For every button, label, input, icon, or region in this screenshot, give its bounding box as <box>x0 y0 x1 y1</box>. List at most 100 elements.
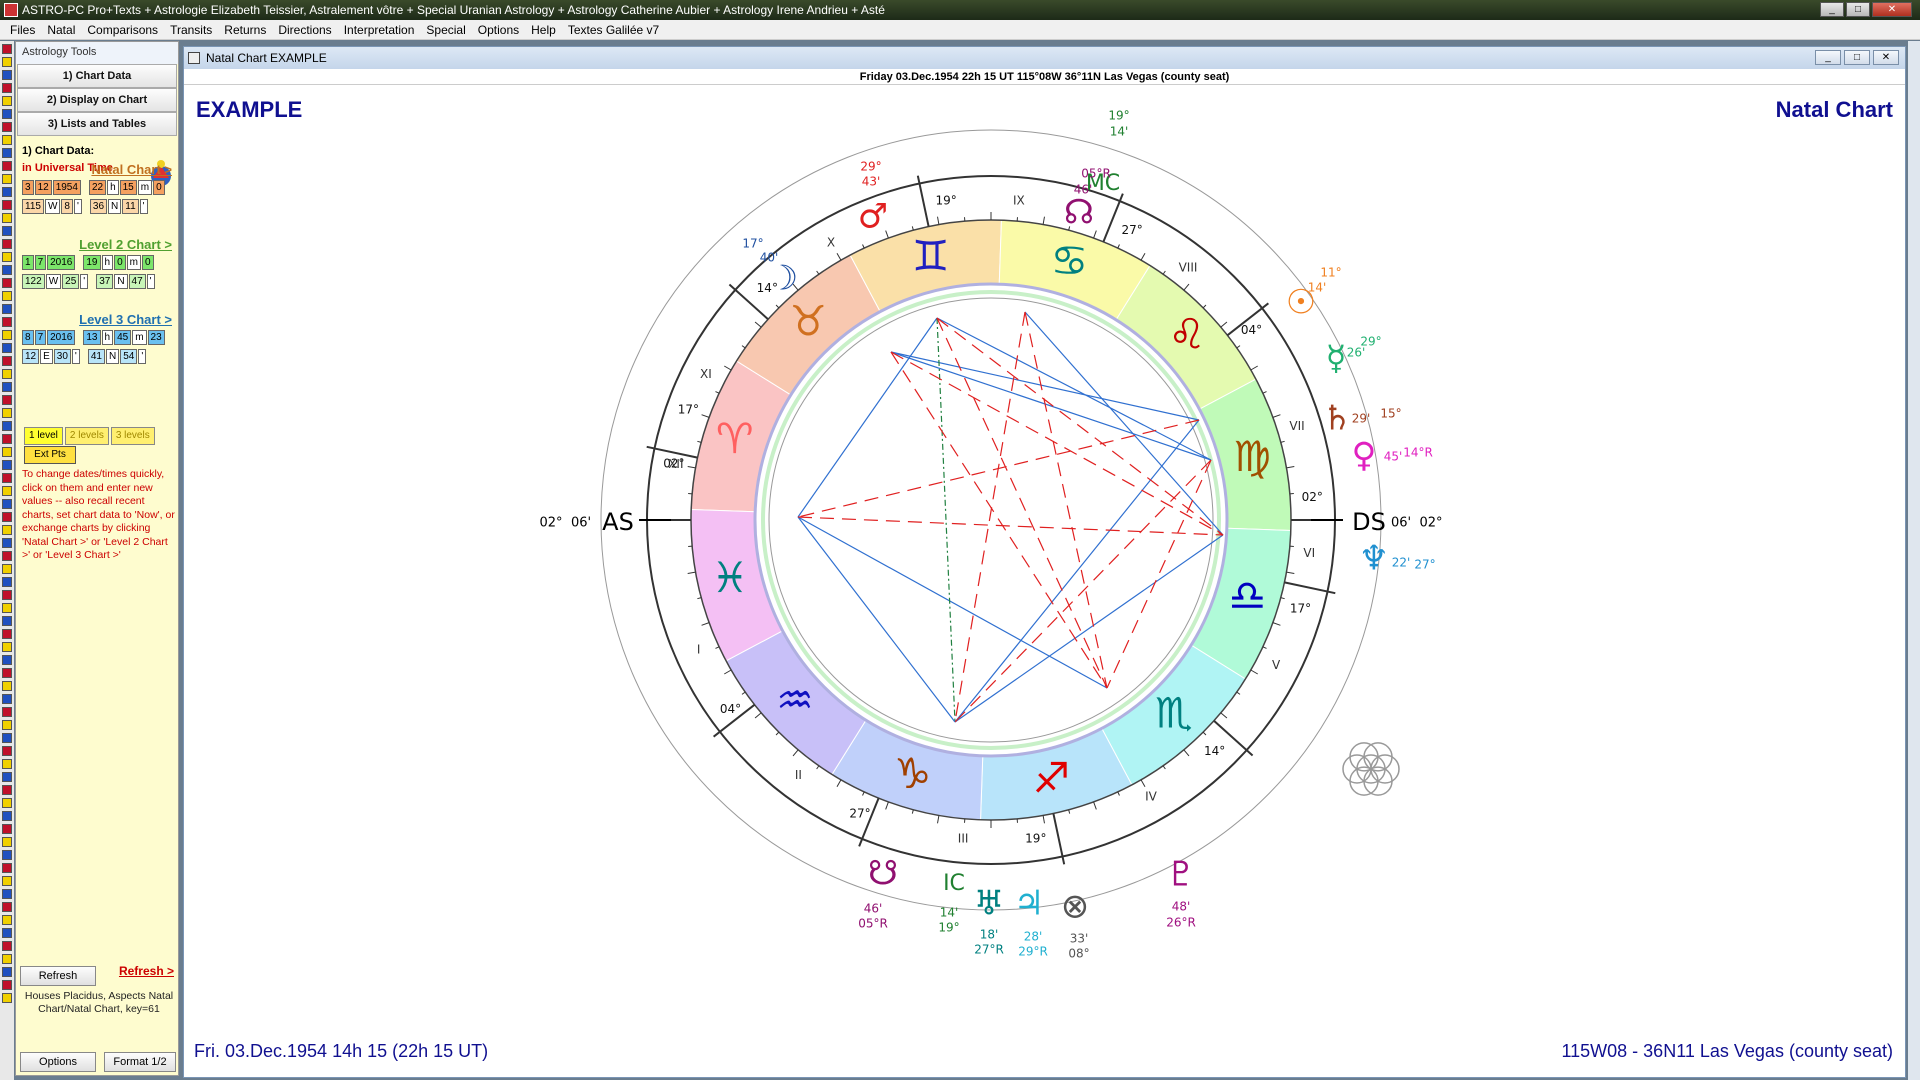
close-button[interactable]: ✕ <box>1872 2 1912 17</box>
level3-second[interactable]: 23 <box>147 330 165 345</box>
level3-lat-min[interactable]: 54 <box>120 349 138 364</box>
level2-lat-min[interactable]: 47 <box>128 274 146 289</box>
level2-lat-dir[interactable]: N <box>114 274 128 289</box>
degree-tick <box>687 571 696 574</box>
chart-window-title: Natal Chart EXAMPLE <box>206 51 327 65</box>
level2-year[interactable]: 2016 <box>47 255 76 270</box>
level2-lon-deg[interactable]: 122 <box>22 274 45 289</box>
natal-lat-deg[interactable]: 36 <box>89 199 108 214</box>
level2-hour[interactable]: 19 <box>83 255 101 270</box>
level3-lon-deg[interactable]: 12 <box>22 349 40 364</box>
degree-tick <box>741 345 746 349</box>
natal-chart-link[interactable]: Natal Chart > <box>91 162 172 177</box>
level2-h-label: h <box>101 255 114 270</box>
chart-minimize-button[interactable]: _ <box>1815 50 1841 65</box>
degree-tick <box>1286 571 1295 574</box>
level2-lat-deg[interactable]: 37 <box>96 274 114 289</box>
natal-lon-dir[interactable]: W <box>44 199 61 214</box>
natal-month[interactable]: 12 <box>34 180 52 195</box>
ext-pts-button[interactable]: Ext Pts <box>24 446 76 464</box>
natal-day[interactable]: 3 <box>22 180 34 195</box>
planet-south-node-icon: ☋ <box>868 854 898 894</box>
level2-month[interactable]: 7 <box>34 255 47 270</box>
natal-lat-dir[interactable]: N <box>108 199 122 214</box>
two-levels-button[interactable]: 2 levels <box>64 427 109 445</box>
degree-tick <box>1250 669 1258 675</box>
level3-lat-deg[interactable]: 41 <box>87 349 105 364</box>
color-swatch <box>2 863 12 873</box>
three-levels-button[interactable]: 3 levels <box>110 427 155 445</box>
degree-tick <box>697 597 702 600</box>
menu-natal[interactable]: Natal <box>41 20 81 39</box>
level3-hour[interactable]: 13 <box>83 330 101 345</box>
level2-day[interactable]: 1 <box>22 255 34 270</box>
level3-m-label: m <box>132 330 147 345</box>
level3-day[interactable]: 8 <box>22 330 34 345</box>
level3-lon-min[interactable]: 30 <box>53 349 71 364</box>
level3-year[interactable]: 2016 <box>47 330 76 345</box>
midheaven-degree: 19° <box>1108 109 1129 123</box>
right-scroll-strip[interactable] <box>1908 41 1920 1080</box>
menu-special[interactable]: Special <box>420 20 471 39</box>
natal-lat-min[interactable]: 11 <box>122 199 139 214</box>
level3-h-label: h <box>101 330 114 345</box>
natal-minute[interactable]: 15 <box>119 180 137 195</box>
level3-minute[interactable]: 45 <box>114 330 132 345</box>
level2-minute[interactable]: 0 <box>114 255 126 270</box>
planet-mars-minute: 43' <box>862 175 881 189</box>
minimize-button[interactable]: _ <box>1820 2 1844 17</box>
menu-interpretation[interactable]: Interpretation <box>338 20 421 39</box>
tab-lists-and-tables[interactable]: 3) Lists and Tables <box>17 112 177 136</box>
level2-lon-dir[interactable]: W <box>45 274 62 289</box>
chart-close-button[interactable]: ✕ <box>1873 50 1899 65</box>
level3-month[interactable]: 7 <box>34 330 47 345</box>
planet-jupiter-degree: 29°R <box>1018 945 1048 959</box>
degree-tick <box>1202 731 1207 736</box>
level2-lon-min[interactable]: 25 <box>62 274 80 289</box>
refresh-link[interactable]: Refresh > <box>119 964 174 978</box>
natal-lon-min[interactable]: 8 <box>61 199 73 214</box>
level3-lat-dir[interactable]: N <box>105 349 120 364</box>
menu-textes-galilee[interactable]: Textes Galilée v7 <box>562 20 665 39</box>
degree-tick <box>836 779 842 787</box>
house-number: VII <box>1289 419 1304 433</box>
color-swatch <box>2 109 12 119</box>
menu-comparisons[interactable]: Comparisons <box>81 20 164 39</box>
tab-display-on-chart[interactable]: 2) Display on Chart <box>17 88 177 112</box>
menu-transits[interactable]: Transits <box>164 20 218 39</box>
color-swatch <box>2 759 12 769</box>
format-button[interactable]: Format 1/2 <box>104 1052 176 1072</box>
natal-chart-wheel[interactable]: ♈ ♉ ♊ ♋ ♌ ♍ ♎ ♏ ♐ ♑ ♒ ♓ I 02° II 04° III 27° IV 19° V 14° VI 17… <box>184 87 1905 1077</box>
degree-tick <box>1250 365 1258 371</box>
options-button[interactable]: Options <box>20 1052 96 1072</box>
level2-lon-unit: ' <box>80 274 89 289</box>
natal-year[interactable]: 1954 <box>52 180 81 195</box>
menu-returns[interactable]: Returns <box>218 20 272 39</box>
menu-files[interactable]: Files <box>4 20 41 39</box>
degree-tick <box>816 270 820 275</box>
menu-options[interactable]: Options <box>472 20 525 39</box>
one-level-button[interactable]: 1 level <box>24 427 63 445</box>
color-swatch <box>2 902 12 912</box>
color-swatch <box>2 174 12 184</box>
natal-lon-deg[interactable]: 115 <box>22 199 44 214</box>
degree-tick <box>1262 646 1267 649</box>
level2-second[interactable]: 0 <box>141 255 154 270</box>
natal-hour[interactable]: 22 <box>88 180 107 195</box>
chart-restore-button[interactable]: □ <box>1844 50 1870 65</box>
refresh-button[interactable]: Refresh <box>20 966 96 986</box>
maximize-button[interactable]: □ <box>1846 2 1870 17</box>
level3-lon-dir[interactable]: E <box>40 349 53 364</box>
tab-chart-data[interactable]: 1) Chart Data <box>17 64 177 88</box>
menu-help[interactable]: Help <box>525 20 562 39</box>
color-swatch <box>2 460 12 470</box>
menu-directions[interactable]: Directions <box>272 20 337 39</box>
level2-chart-link[interactable]: Level 2 Chart > <box>79 237 172 252</box>
natal-second[interactable]: 0 <box>153 180 165 195</box>
house-number: XI <box>700 367 712 381</box>
color-swatch <box>2 564 12 574</box>
color-swatch <box>2 395 12 405</box>
degree-tick <box>687 466 696 469</box>
color-swatch <box>2 616 12 626</box>
level3-chart-link[interactable]: Level 3 Chart > <box>79 312 172 327</box>
